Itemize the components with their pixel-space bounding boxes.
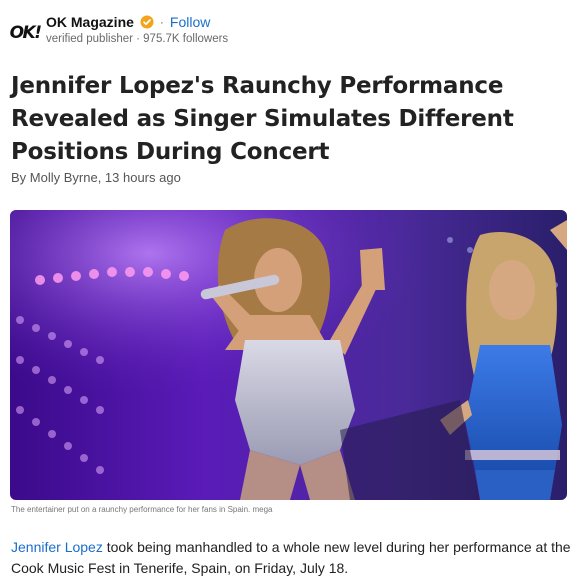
verified-badge-icon bbox=[140, 15, 154, 29]
publisher-header: OK! OK Magazine · Follow verified publis… bbox=[10, 12, 229, 52]
article-headline[interactable]: Jennifer Lopez's Raunchy Performance Rev… bbox=[11, 70, 551, 169]
publisher-row: OK Magazine · Follow bbox=[46, 12, 228, 32]
jennifer-lopez-link[interactable]: Jennifer Lopez bbox=[11, 539, 103, 555]
publisher-name[interactable]: OK Magazine bbox=[46, 14, 134, 30]
publisher-logo[interactable]: OK! bbox=[10, 18, 42, 48]
article-byline: By Molly Byrne, 13 hours ago bbox=[11, 170, 181, 185]
publisher-subtitle: verified publisher · 975.7K followers bbox=[46, 33, 229, 45]
image-caption: The entertainer put on a raunchy perform… bbox=[11, 505, 273, 514]
publisher-info: OK Magazine · Follow verified publisher … bbox=[46, 12, 228, 45]
follow-button[interactable]: Follow bbox=[170, 14, 210, 30]
article-body-paragraph: Jennifer Lopez took being manhandled to … bbox=[11, 537, 571, 579]
article-hero-image[interactable] bbox=[10, 210, 567, 500]
separator-dot: · bbox=[159, 15, 164, 29]
concert-photo bbox=[10, 210, 567, 500]
